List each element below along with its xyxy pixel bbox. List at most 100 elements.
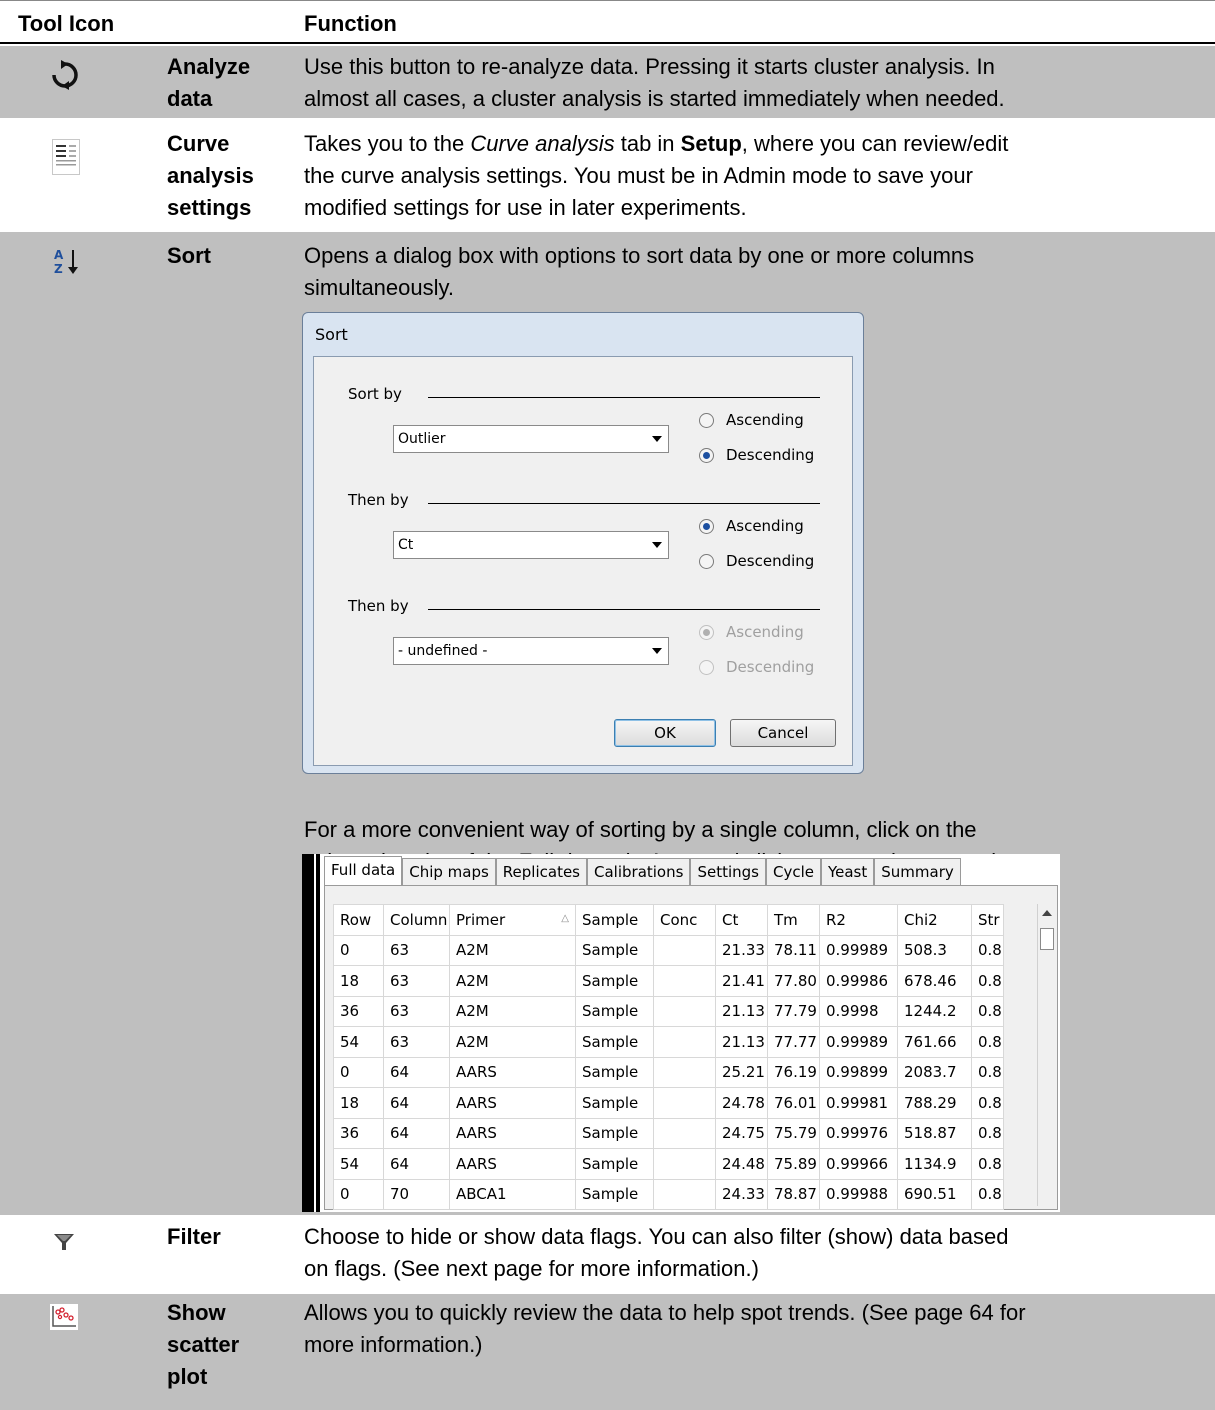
table-row[interactable]: 0 70 ABCA1 Sample 24.33 78.87 0.99988 690.51 0.8 — [333, 1178, 1004, 1210]
then-by-select-1[interactable]: Ct — [393, 531, 669, 559]
table-cell: 64 — [383, 1148, 450, 1180]
column-header-column[interactable]: Column — [383, 904, 450, 936]
tab-chip-maps[interactable]: Chip maps — [402, 858, 496, 886]
cancel-button[interactable]: Cancel — [730, 719, 836, 747]
column-header-primer[interactable]: Primer △ — [449, 904, 576, 936]
sort-az-icon[interactable]: A Z — [52, 246, 82, 278]
table-row[interactable]: 18 64 AARS Sample 24.78 76.01 0.99981 788.29 0.8 — [333, 1087, 1004, 1119]
column-header-conc[interactable]: Conc — [653, 904, 716, 936]
table-cell: 77.77 — [767, 1026, 820, 1058]
tab-calibrations[interactable]: Calibrations — [587, 858, 691, 886]
refresh-icon[interactable] — [50, 60, 80, 90]
table-row[interactable]: 18 63 A2M Sample 21.41 77.80 0.99986 678.46 0.8 — [333, 965, 1004, 997]
table-row[interactable]: 0 64 AARS Sample 25.21 76.19 0.99899 2083.7 0.8 — [333, 1056, 1004, 1088]
table-cell: 2083.7 — [897, 1056, 972, 1088]
table-cell: 54 — [333, 1026, 384, 1058]
chevron-down-icon — [652, 648, 662, 654]
table-cell: 70 — [383, 1178, 450, 1210]
sort-by-select[interactable]: Outlier — [393, 425, 669, 453]
table-cell: 18 — [333, 1087, 384, 1119]
table-cell: 0.9998 — [819, 995, 898, 1027]
tab-full-data[interactable]: Full data — [324, 856, 403, 886]
table-row[interactable]: 54 63 A2M Sample 21.13 77.77 0.99989 761.66 0.8 — [333, 1026, 1004, 1058]
sort-by-descending-radio[interactable]: Descending — [699, 446, 814, 464]
tool-name: Filter — [167, 1224, 221, 1249]
table-cell: 36 — [333, 995, 384, 1027]
curve-settings-icon[interactable] — [52, 139, 80, 175]
dialog-body: Sort by Outlier Ascending Descending The… — [313, 356, 853, 766]
table-cell: 0.8 — [971, 1178, 1004, 1210]
tool-description: Use this button to re-analyze data. Pres… — [304, 54, 1005, 111]
then-by-2-descending-radio[interactable]: Descending — [699, 658, 814, 676]
column-header-r2[interactable]: R2 — [819, 904, 898, 936]
table-cell — [653, 1117, 716, 1149]
tool-description: Allows you to quickly review the data to… — [304, 1300, 1026, 1357]
table-cell — [653, 1026, 716, 1058]
column-header-str[interactable]: Str — [971, 904, 1004, 936]
table-cell: AARS — [449, 1148, 576, 1180]
scroll-thumb[interactable] — [1040, 928, 1054, 950]
then-by-select-2[interactable]: - undefined - — [393, 637, 669, 665]
table-cell: Sample — [575, 1178, 654, 1210]
tab-cycle[interactable]: Cycle — [765, 858, 821, 886]
table-cell: 0.8 — [971, 965, 1004, 997]
scroll-up-icon[interactable] — [1042, 910, 1052, 916]
scatter-plot-icon[interactable] — [50, 1304, 78, 1330]
table-cell: 0.8 — [971, 1056, 1004, 1088]
then-by-1-descending-radio[interactable]: Descending — [699, 552, 814, 570]
ok-button[interactable]: OK — [614, 719, 716, 747]
table-cell: 76.01 — [767, 1087, 820, 1119]
table-cell: 21.41 — [715, 965, 768, 997]
sort-by-ascending-radio[interactable]: Ascending — [699, 411, 804, 429]
table-cell: 18 — [333, 965, 384, 997]
table-cell: A2M — [449, 995, 576, 1027]
tab-settings[interactable]: Settings — [690, 858, 766, 886]
row-curve-analysis-settings: Curve analysis settings Takes you to the C… — [0, 125, 1215, 227]
table-cell: 75.79 — [767, 1117, 820, 1149]
table-cell: Sample — [575, 1087, 654, 1119]
table-row[interactable]: 36 63 A2M Sample 21.13 77.79 0.9998 1244.2 0.8 — [333, 995, 1004, 1027]
row-show-scatter-plot: Show scatter plot Allows you to quickly re… — [0, 1294, 1215, 1410]
table-cell: 0.8 — [971, 1087, 1004, 1119]
table-cell: 0 — [333, 1056, 384, 1088]
table-row[interactable]: 36 64 AARS Sample 24.75 75.79 0.99976 518.87 0.8 — [333, 1117, 1004, 1149]
table-cell: 0.99966 — [819, 1148, 898, 1180]
group-divider — [428, 397, 820, 398]
table-cell: 21.33 — [715, 934, 768, 966]
group-divider — [428, 503, 820, 504]
filter-icon[interactable] — [53, 1232, 75, 1252]
table-cell: 77.79 — [767, 995, 820, 1027]
tab-yeast[interactable]: Yeast — [820, 858, 875, 886]
table-row[interactable]: 54 64 AARS Sample 24.48 75.89 0.99966 1134.9 0.8 — [333, 1148, 1004, 1180]
table-cell: 788.29 — [897, 1087, 972, 1119]
table-cell: 0.99976 — [819, 1117, 898, 1149]
column-header-sample[interactable]: Sample — [575, 904, 654, 936]
full-data-panel: Full data Chip maps Replicates Calibrations… — [302, 854, 1060, 1212]
tool-name: Sort — [167, 243, 211, 268]
table-cell: 21.13 — [715, 1026, 768, 1058]
column-header-row[interactable]: Row — [333, 904, 384, 936]
column-header-ct[interactable]: Ct — [715, 904, 768, 936]
column-header-tm[interactable]: Tm — [767, 904, 820, 936]
vertical-scrollbar[interactable] — [1037, 904, 1055, 1206]
table-cell: 690.51 — [897, 1178, 972, 1210]
table-cell: 54 — [333, 1148, 384, 1180]
tab-replicates[interactable]: Replicates — [495, 858, 587, 886]
table-cell: 64 — [383, 1056, 450, 1088]
table-cell: Sample — [575, 965, 654, 997]
then-by-2-ascending-radio[interactable]: Ascending — [699, 623, 804, 641]
column-header-chi2[interactable]: Chi2 — [897, 904, 972, 936]
table-cell — [653, 1178, 716, 1210]
chevron-down-icon — [652, 436, 662, 442]
table-cell: AARS — [449, 1087, 576, 1119]
table-cell: Sample — [575, 995, 654, 1027]
tab-summary[interactable]: Summary — [874, 858, 961, 886]
table-header: Tool Icon Function — [0, 0, 1215, 44]
table-row[interactable]: 0 63 A2M Sample 21.33 78.11 0.99989 508.3 0.8 — [333, 934, 1004, 966]
table-cell: 508.3 — [897, 934, 972, 966]
table-cell: 24.48 — [715, 1148, 768, 1180]
table-cell: 678.46 — [897, 965, 972, 997]
table-cell: 1244.2 — [897, 995, 972, 1027]
table-cell: 21.13 — [715, 995, 768, 1027]
then-by-1-ascending-radio[interactable]: Ascending — [699, 517, 804, 535]
